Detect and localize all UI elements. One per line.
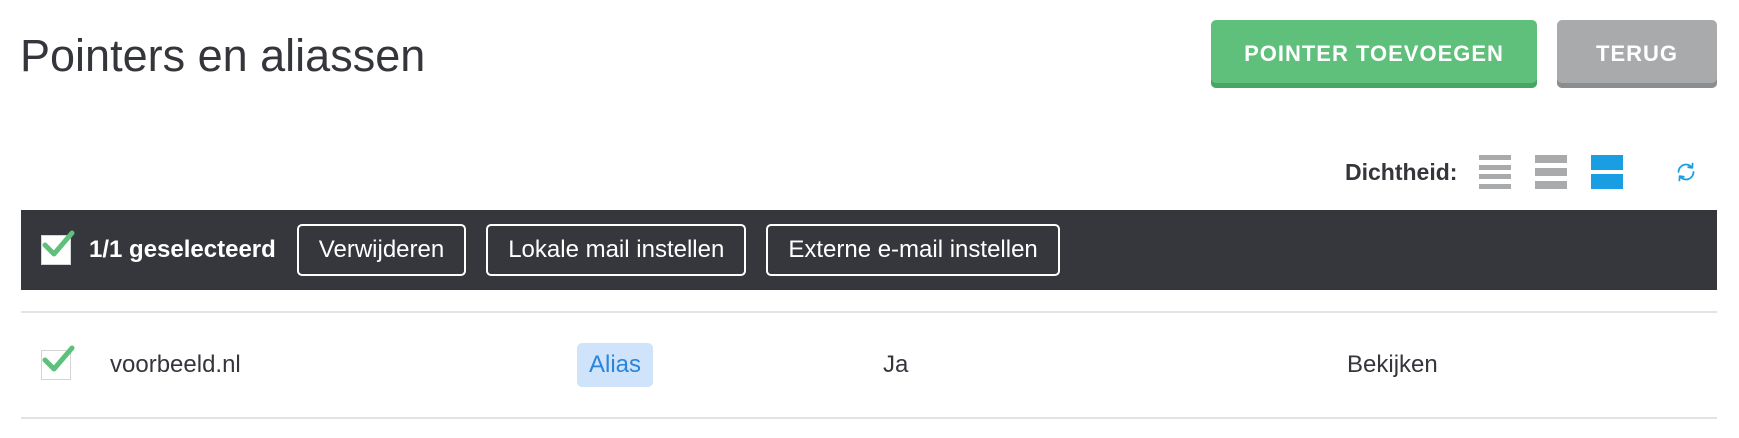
set-external-mail-button[interactable]: Externe e-mail instellen xyxy=(766,224,1060,276)
domain-cell: voorbeeld.nl xyxy=(110,351,241,378)
refresh-icon[interactable] xyxy=(1674,160,1698,184)
page: Pointers en aliassen POINTER TOEVOEGEN T… xyxy=(0,0,1739,438)
density-selector: Dichtheid: xyxy=(1345,152,1647,192)
back-button[interactable]: TERUG xyxy=(1557,20,1717,88)
row-checkbox[interactable] xyxy=(41,345,75,380)
density-compact-icon[interactable] xyxy=(1479,155,1512,189)
view-link[interactable]: Bekijken xyxy=(1347,313,1438,417)
table-divider xyxy=(21,417,1717,419)
bulk-action-toolbar: 1/1 geselecteerd Verwijderen Lokale mail… xyxy=(21,210,1717,290)
checkmark-icon xyxy=(42,230,75,257)
selected-count: 1/1 geselecteerd xyxy=(89,236,276,263)
page-title: Pointers en aliassen xyxy=(20,30,426,81)
active-cell: Ja xyxy=(883,351,909,378)
set-local-mail-button[interactable]: Lokale mail instellen xyxy=(486,224,747,276)
density-label: Dichtheid: xyxy=(1345,158,1458,185)
table-row: voorbeeld.nl Alias Ja Bekijken xyxy=(21,313,1717,417)
delete-button[interactable]: Verwijderen xyxy=(296,224,467,276)
add-pointer-button[interactable]: POINTER TOEVOEGEN xyxy=(1211,20,1537,88)
type-badge: Alias xyxy=(577,343,654,387)
density-spacious-icon[interactable] xyxy=(1591,155,1624,189)
select-all-checkbox[interactable] xyxy=(41,230,75,265)
density-normal-icon[interactable] xyxy=(1535,155,1568,189)
checkmark-icon xyxy=(42,345,75,372)
type-cell: Alias xyxy=(577,343,654,387)
